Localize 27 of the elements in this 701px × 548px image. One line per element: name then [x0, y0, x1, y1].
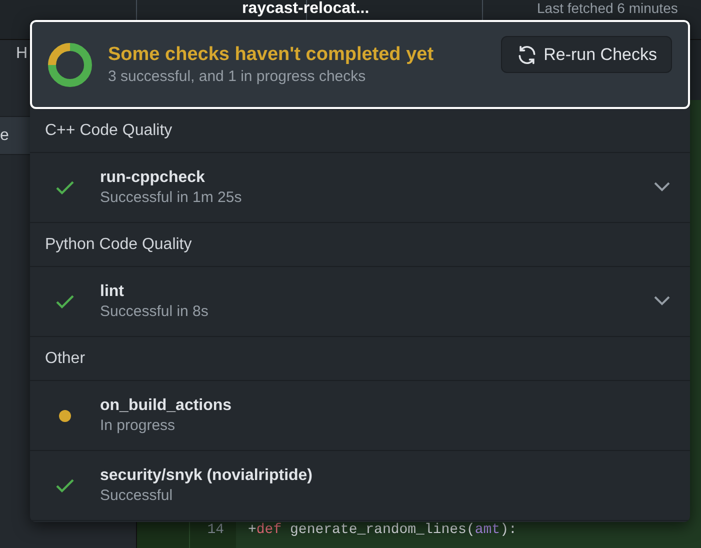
progress-ring-icon [46, 40, 94, 88]
branch-name[interactable]: raycast-relocat... [242, 0, 370, 18]
line-number: 14 [206, 521, 225, 540]
rerun-button[interactable]: Re-run Checks [500, 36, 672, 74]
check-detail: Successful in 8s [100, 302, 208, 321]
group-heading: Python Code Quality [30, 223, 690, 267]
check-name: on_build_actions [100, 396, 232, 416]
group-heading: C++ Code Quality [30, 109, 690, 153]
check-name: lint [100, 282, 125, 302]
status-summary: 3 successful, and 1 in progress checks [108, 66, 367, 86]
check-row[interactable]: lint Successful in 8s [30, 267, 690, 337]
checkmark-icon [56, 294, 74, 308]
chevron-down-icon[interactable] [654, 296, 670, 306]
pending-dot-icon [59, 410, 71, 422]
check-name: security/snyk (novialriptide) [100, 466, 313, 486]
fetch-status: Last fetched 6 minutes [537, 0, 678, 16]
chevron-down-icon[interactable] [654, 182, 670, 192]
group-heading: Other [30, 337, 690, 381]
check-name: run-cppcheck [100, 168, 206, 188]
check-detail: Successful in 1m 25s [100, 188, 242, 207]
check-detail: In progress [100, 416, 176, 435]
status-title: Some checks haven't completed yet [108, 42, 434, 66]
code-line: +def generate_random_lines(amt): [248, 521, 517, 540]
check-detail: Successful [100, 486, 174, 505]
checkmark-icon [56, 478, 74, 492]
checkmark-icon [56, 180, 74, 194]
check-row[interactable]: run-cppcheck Successful in 1m 25s [30, 153, 690, 223]
